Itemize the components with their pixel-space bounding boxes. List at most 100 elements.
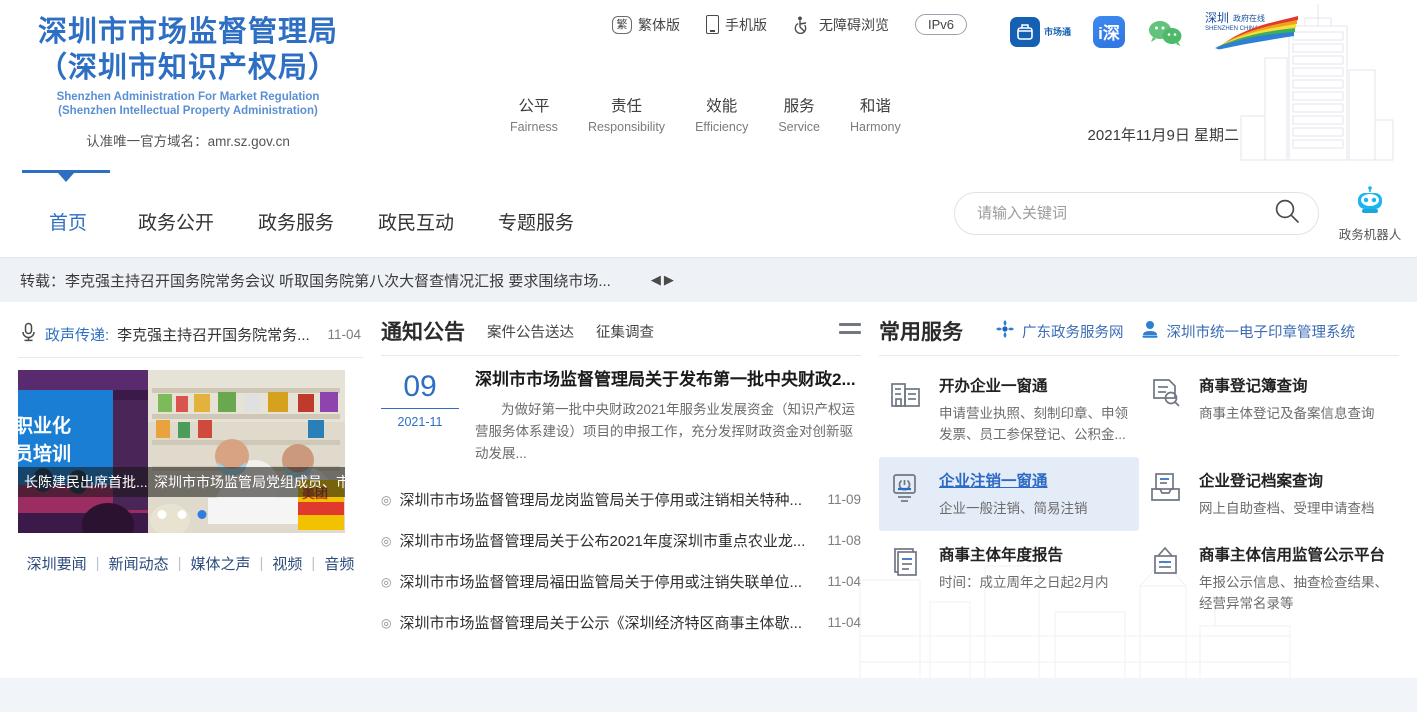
- search-input[interactable]: [977, 205, 1272, 222]
- link-separator: |: [260, 555, 264, 572]
- nav-item-label: 政务服务: [258, 213, 334, 234]
- value-item-1: 责任 Responsibility: [588, 96, 665, 136]
- ticker-prev-icon[interactable]: ◀: [651, 272, 661, 288]
- nav-item-label: 政务公开: [138, 213, 214, 234]
- notice-date: 11-04: [827, 574, 861, 589]
- service-item-annual-report[interactable]: 商事主体年度报告 时间：成立周年之日起2月内: [879, 531, 1139, 626]
- guangdong-service-link[interactable]: 广东政务服务网: [995, 319, 1124, 343]
- guangdong-service-icon: [995, 319, 1015, 343]
- mobile-version-link[interactable]: 手机版: [706, 15, 767, 35]
- link-separator: |: [178, 555, 182, 572]
- news-ticker: 转载：李克强主持召开国务院常务会议 听取国务院第八次大督查情况汇报 要求围绕市场…: [0, 258, 1417, 302]
- service-item-registry-query[interactable]: 商事登记簿查询 商事主体登记及备案信息查询: [1139, 362, 1399, 457]
- shichangtong-label: 市场通: [1044, 25, 1071, 38]
- featured-notice[interactable]: 09 2021-11 深圳市市场监督管理局关于发布第一批中央财政2... 为做好…: [381, 356, 861, 477]
- service-item-archive-query[interactable]: 企业登记档案查询 网上自助查档、受理申请查档: [1139, 457, 1399, 531]
- list-item[interactable]: ◎ 深圳市市场监督管理局关于公布2021年度深圳市重点农业龙... 11-08: [381, 520, 861, 561]
- microphone-icon: [20, 322, 37, 347]
- bullet-icon: ◎: [381, 616, 391, 630]
- value-item-2: 效能 Efficiency: [695, 96, 748, 136]
- seal-stamp-icon: [1140, 319, 1160, 343]
- notice-title[interactable]: 深圳市市场监督管理局关于公示《深圳经济特区商事主体歇...: [399, 612, 819, 633]
- featured-notice-year-month: 2021-11: [381, 408, 459, 429]
- left-link-audio[interactable]: 音频: [324, 553, 354, 574]
- gov-robot-button[interactable]: 政务机器人: [1331, 186, 1409, 243]
- electronic-seal-link[interactable]: 深圳市统一电子印章管理系统: [1140, 319, 1356, 343]
- left-column: 政声传递: 李克强主持召开国务院常务... 11-04 职业化 员培训: [18, 316, 363, 684]
- value-en: Service: [778, 118, 820, 136]
- left-link-shenzhen-news[interactable]: 深圳要闻: [27, 553, 87, 574]
- tab-case-announcement[interactable]: 案件公告送达: [487, 321, 574, 342]
- value-cn: 和谐: [850, 96, 901, 118]
- services-header: 常用服务 广东政务服务网: [879, 316, 1399, 356]
- notice-title[interactable]: 深圳市市场监督管理局关于公布2021年度深圳市重点农业龙...: [399, 530, 819, 551]
- value-item-4: 和谐 Harmony: [850, 96, 901, 136]
- carousel-dot-3[interactable]: [197, 510, 206, 519]
- notice-title[interactable]: 深圳市市场监督管理局龙岗监管局关于停用或注销相关特种...: [399, 489, 819, 510]
- search-icon[interactable]: [1272, 196, 1302, 231]
- hamburger-more-icon[interactable]: [839, 323, 861, 339]
- nav-item-home[interactable]: 首页: [20, 170, 116, 235]
- nav-item-citizen-interaction[interactable]: 政民互动: [356, 170, 476, 235]
- featured-notice-title[interactable]: 深圳市市场监督管理局关于发布第一批中央财政2...: [475, 368, 861, 392]
- news-carousel[interactable]: 职业化 员培训 长陈建民出席首批...: [18, 370, 345, 533]
- accessibility-link[interactable]: 无障碍浏览: [793, 15, 889, 35]
- voice-transmission-row[interactable]: 政声传递: 李克强主持召开国务院常务... 11-04: [18, 316, 363, 358]
- traditional-chinese-icon: 繁: [612, 16, 632, 34]
- service-name: 开办企业一窗通: [939, 374, 1131, 396]
- i-shenzhen-app-logo[interactable]: i深: [1093, 16, 1125, 48]
- value-cn: 服务: [778, 96, 820, 118]
- left-link-news-updates[interactable]: 新闻动态: [109, 553, 169, 574]
- link-separator: |: [96, 555, 100, 572]
- featured-notice-day: 09: [381, 368, 459, 406]
- nav-item-government-services[interactable]: 政务服务: [236, 170, 356, 235]
- main-navigation-bar: 首页 政务公开 政务服务 政民互动 专题服务: [0, 170, 1417, 258]
- carousel-slide-1[interactable]: 职业化 员培训 长陈建民出席首批...: [18, 370, 148, 533]
- list-item[interactable]: ◎ 深圳市市场监督管理局关于公示《深圳经济特区商事主体歇... 11-04: [381, 602, 861, 643]
- service-name: 商事登记簿查询: [1199, 374, 1391, 396]
- nav-item-special-services[interactable]: 专题服务: [476, 170, 596, 235]
- shenzhen-china-logo[interactable]: 深圳 政府在线 SHENZHEN CHINA: [1203, 8, 1301, 55]
- ipv6-badge[interactable]: IPv6: [915, 14, 967, 35]
- svg-text:员培训: 员培训: [18, 442, 71, 465]
- ipv6-label: IPv6: [915, 14, 967, 35]
- wechat-logo[interactable]: [1147, 19, 1181, 45]
- service-item-credit-platform[interactable]: 商事主体信用监管公示平台 年报公示信息、抽查检查结果、经营异常名录等: [1139, 531, 1399, 626]
- voice-transmission-title[interactable]: 李克强主持召开国务院常务...: [117, 324, 319, 345]
- service-item-open-enterprise[interactable]: 开办企业一窗通 申请营业执照、刻制印章、申领发票、员工参保登记、公积金...: [879, 362, 1139, 457]
- i-shenzhen-glyph: i深: [1098, 19, 1120, 44]
- left-link-media-voice[interactable]: 媒体之声: [190, 553, 250, 574]
- carousel-slide-2[interactable]: 美团 深圳市市场监管局党组成员、市食: [148, 370, 345, 533]
- carousel-slide-1-image: 职业化 员培训: [18, 370, 148, 533]
- tab-survey-collection[interactable]: 征集调查: [596, 321, 654, 342]
- footer-strip: [0, 678, 1417, 712]
- mobile-phone-icon: [706, 15, 719, 34]
- list-item[interactable]: ◎ 深圳市市场监督管理局龙岗监管局关于停用或注销相关特种... 11-09: [381, 479, 861, 520]
- service-desc: 商事主体登记及备案信息查询: [1199, 403, 1391, 424]
- value-en: Efficiency: [695, 118, 748, 136]
- left-link-video[interactable]: 视频: [272, 553, 302, 574]
- notice-title[interactable]: 深圳市市场监督管理局福田监管局关于停用或注销失联单位...: [399, 571, 819, 592]
- traditional-chinese-toggle[interactable]: 繁 繁体版: [612, 15, 680, 35]
- shichangtong-logo[interactable]: 市场通: [1010, 17, 1071, 47]
- svg-text:职业化: 职业化: [18, 414, 71, 437]
- guangdong-service-label: 广东政务服务网: [1022, 321, 1124, 342]
- official-domain-note: 认准唯一官方域名：amr.sz.gov.cn: [18, 130, 358, 150]
- list-item[interactable]: ◎ 深圳市市场监督管理局福田监管局关于停用或注销失联单位... 11-04: [381, 561, 861, 602]
- carousel-dot-2[interactable]: [177, 510, 186, 519]
- ticker-text[interactable]: 转载：李克强主持召开国务院常务会议 听取国务院第八次大督查情况汇报 要求围绕市场…: [20, 270, 611, 291]
- nav-item-label: 首页: [49, 213, 87, 234]
- credit-platform-icon: [1149, 543, 1185, 614]
- value-en: Harmony: [850, 118, 901, 136]
- service-desc: 网上自助查档、受理申请查档: [1199, 498, 1391, 519]
- carousel-dot-1[interactable]: [157, 510, 166, 519]
- site-brand[interactable]: 深圳市市场监督管理局 （深圳市知识产权局） Shenzhen Administr…: [18, 14, 358, 150]
- ticker-next-icon[interactable]: ▶: [664, 272, 674, 288]
- search-box[interactable]: [954, 192, 1319, 235]
- nav-item-government-disclosure[interactable]: 政务公开: [116, 170, 236, 235]
- brand-title-cn-line2: （深圳市知识产权局）: [18, 50, 358, 86]
- service-item-enterprise-cancellation[interactable]: 企业注销一窗通 企业一般注销、简易注销: [879, 457, 1139, 531]
- building-icon: [889, 374, 925, 445]
- bullet-icon: ◎: [381, 575, 391, 589]
- mobile-version-label: 手机版: [725, 15, 767, 35]
